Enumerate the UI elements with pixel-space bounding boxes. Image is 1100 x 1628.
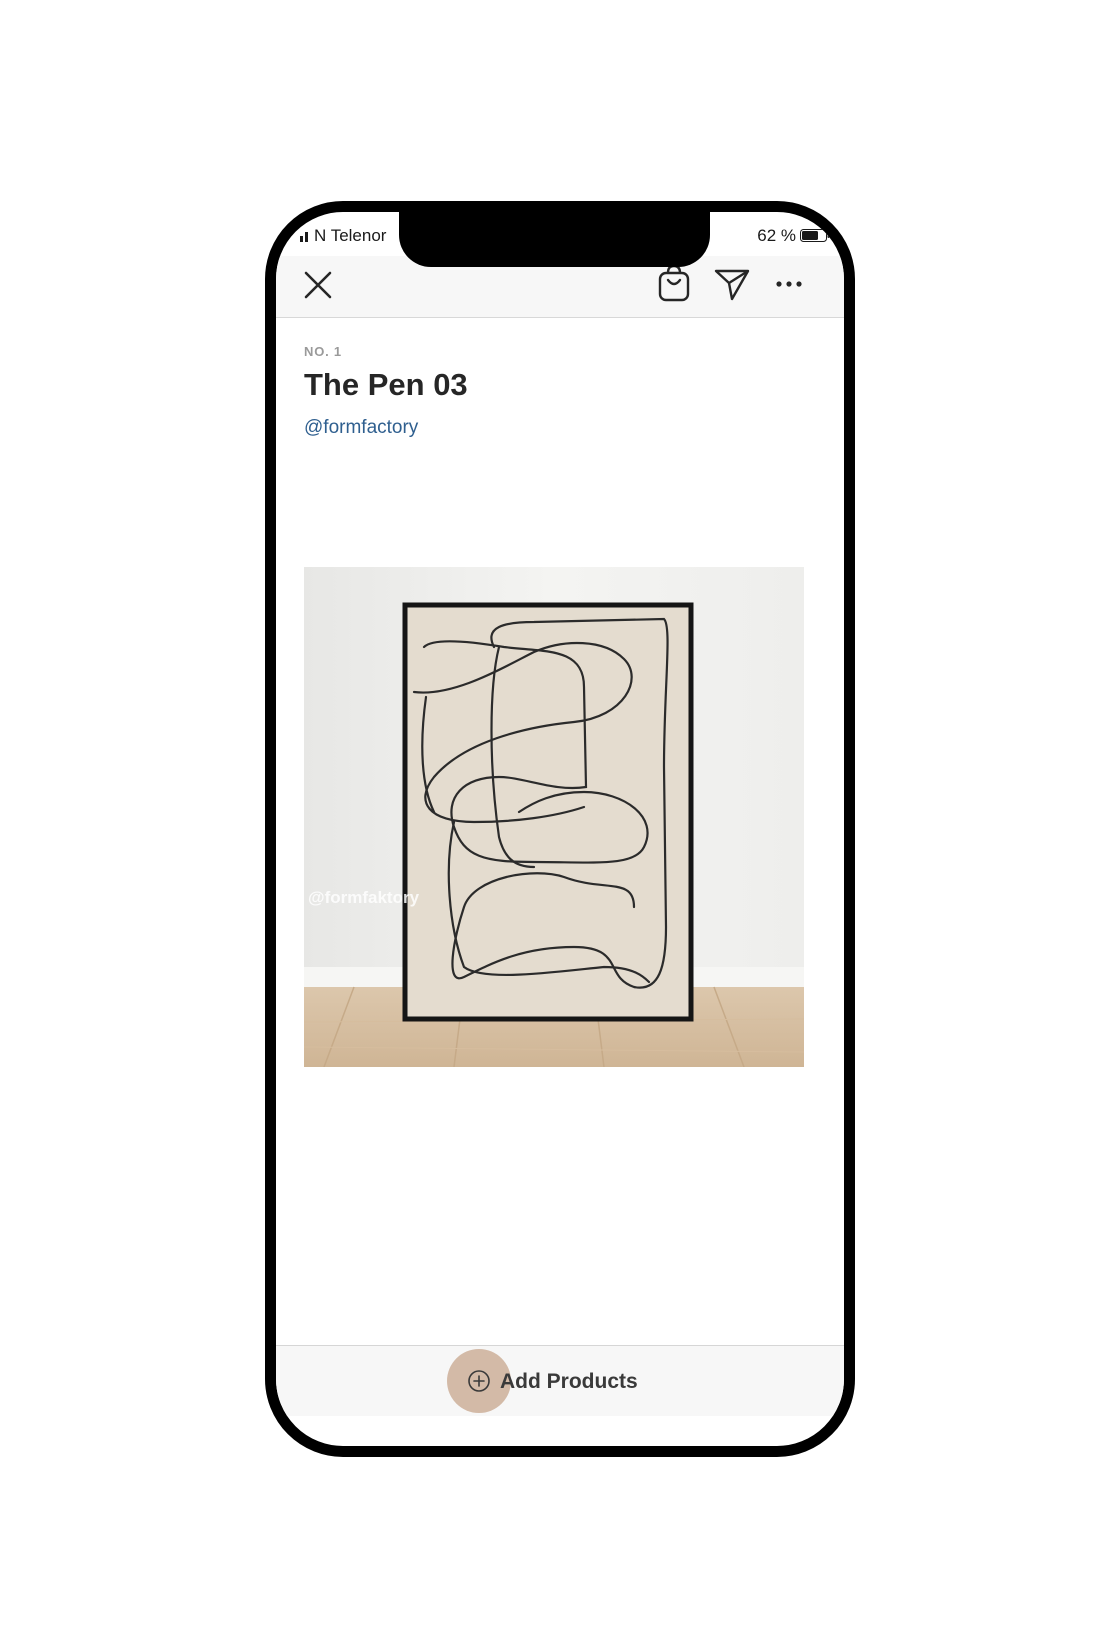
carrier-label: N Telenor — [314, 226, 387, 245]
add-products-button[interactable]: Add Products — [447, 1349, 677, 1413]
post-title: The Pen 03 — [304, 367, 468, 402]
post-content: NO. 1 The Pen 03 @formfactory — [304, 317, 814, 1067]
bottom-bar: Add Products — [276, 1345, 844, 1416]
send-icon[interactable] — [712, 265, 752, 303]
battery-icon — [800, 229, 830, 242]
close-icon[interactable] — [300, 267, 336, 303]
post-number: NO. 1 — [304, 344, 342, 359]
shopping-bag-icon[interactable] — [654, 264, 694, 304]
signal-icon — [300, 232, 308, 242]
author-handle-link[interactable]: @formfactory — [304, 417, 814, 439]
phone-notch — [399, 212, 710, 267]
phone-frame: N Telenor 62 % NO. 1 The Pen 03 @formfac… — [265, 201, 855, 1457]
artwork-image — [304, 567, 804, 1067]
more-icon[interactable] — [769, 266, 809, 302]
battery-percentage: 62 % — [757, 226, 796, 245]
image-watermark: @formfaktory — [308, 888, 420, 907]
add-products-label: Add Products — [500, 1370, 638, 1393]
plus-circle-icon — [468, 1370, 490, 1392]
